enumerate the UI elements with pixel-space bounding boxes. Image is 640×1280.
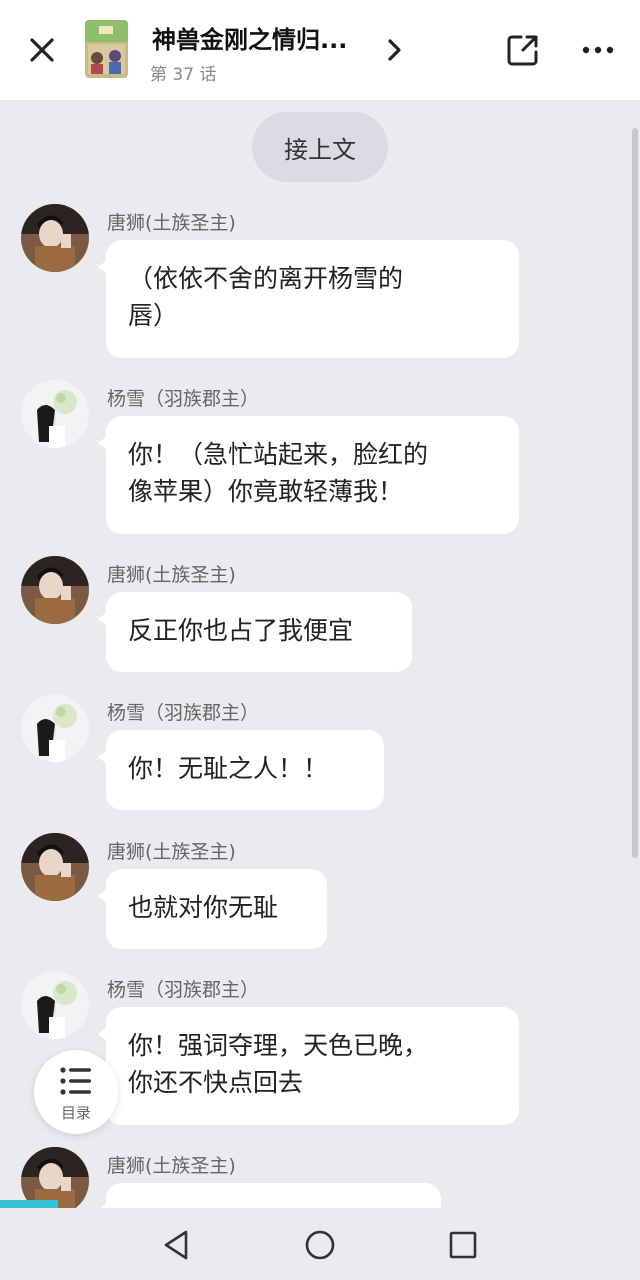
episode-label: 第 37 话 — [150, 65, 217, 85]
message-bubble[interactable]: 反正你也占了我便宜 — [98, 592, 412, 672]
close-icon[interactable] — [24, 32, 60, 68]
message-line: 你还不快点回去 — [128, 1068, 304, 1097]
chevron-right-icon[interactable] — [384, 36, 406, 64]
system-nav-bar — [0, 1208, 640, 1280]
more-icon[interactable] — [578, 40, 618, 60]
avatar[interactable] — [21, 204, 89, 272]
continue-pill[interactable]: 接上文 — [252, 112, 388, 182]
speaker-name: 唐狮(土族圣主) — [107, 841, 236, 863]
message-bubble[interactable]: （依依不舍的离开杨雪的 唇） — [98, 240, 519, 358]
toc-label: 目录 — [60, 1104, 91, 1122]
comic-title[interactable]: 神兽金刚之情归... — [152, 20, 347, 55]
comic-cover-thumbnail[interactable] — [85, 20, 128, 78]
speaker-name: 唐狮(土族圣主) — [107, 1155, 236, 1177]
avatar[interactable] — [21, 833, 89, 901]
speaker-name: 杨雪（羽族郡主） — [107, 388, 260, 410]
message-line: 你！无耻之人！！ — [128, 754, 329, 783]
message-line: 反正你也占了我便宜 — [128, 616, 354, 645]
speaker-name: 唐狮(土族圣主) — [107, 212, 236, 234]
message-bubble[interactable]: 也就对你无耻 — [98, 869, 327, 949]
message-line: 像苹果）你竟敢轻薄我！ — [128, 477, 404, 506]
top-bar: 神兽金刚之情归... 第 37 话 — [0, 0, 640, 100]
avatar[interactable] — [21, 556, 89, 624]
message-bubble[interactable]: 你！无耻之人！！ — [98, 730, 384, 810]
nav-back-icon[interactable] — [160, 1228, 194, 1262]
message-line: 也就对你无耻 — [128, 893, 279, 922]
share-icon[interactable] — [505, 32, 541, 68]
chat-feed[interactable]: 接上文 唐狮(土族圣主) （依依不舍的离开杨雪的 唇） 杨雪（羽族郡主） 你！（… — [0, 100, 640, 1208]
message-line: （依依不舍的离开杨雪的 — [128, 264, 404, 293]
speaker-name: 杨雪（羽族郡主） — [107, 702, 260, 724]
message-line: 你！（急忙站起来，脸红的 — [128, 440, 429, 469]
message-bubble[interactable] — [98, 1183, 441, 1208]
message-line: 唇） — [128, 301, 179, 330]
nav-recent-icon[interactable] — [446, 1228, 480, 1262]
avatar[interactable] — [21, 971, 89, 1039]
avatar[interactable] — [21, 694, 89, 762]
avatar[interactable] — [21, 1147, 89, 1208]
toc-button[interactable]: 目录 — [34, 1050, 118, 1134]
speaker-name: 唐狮(土族圣主) — [107, 564, 236, 586]
scrollbar[interactable] — [632, 128, 638, 858]
nav-home-icon[interactable] — [303, 1228, 337, 1262]
speaker-name: 杨雪（羽族郡主） — [107, 979, 260, 1001]
message-bubble[interactable]: 你！（急忙站起来，脸红的 像苹果）你竟敢轻薄我！ — [98, 416, 519, 534]
list-icon — [60, 1066, 92, 1096]
avatar[interactable] — [21, 380, 89, 448]
message-bubble[interactable]: 你！强词夺理，天色已晚， 你还不快点回去 — [98, 1007, 519, 1125]
message-line: 你！强词夺理，天色已晚， — [128, 1031, 429, 1060]
reading-progress-indicator — [0, 1200, 58, 1208]
